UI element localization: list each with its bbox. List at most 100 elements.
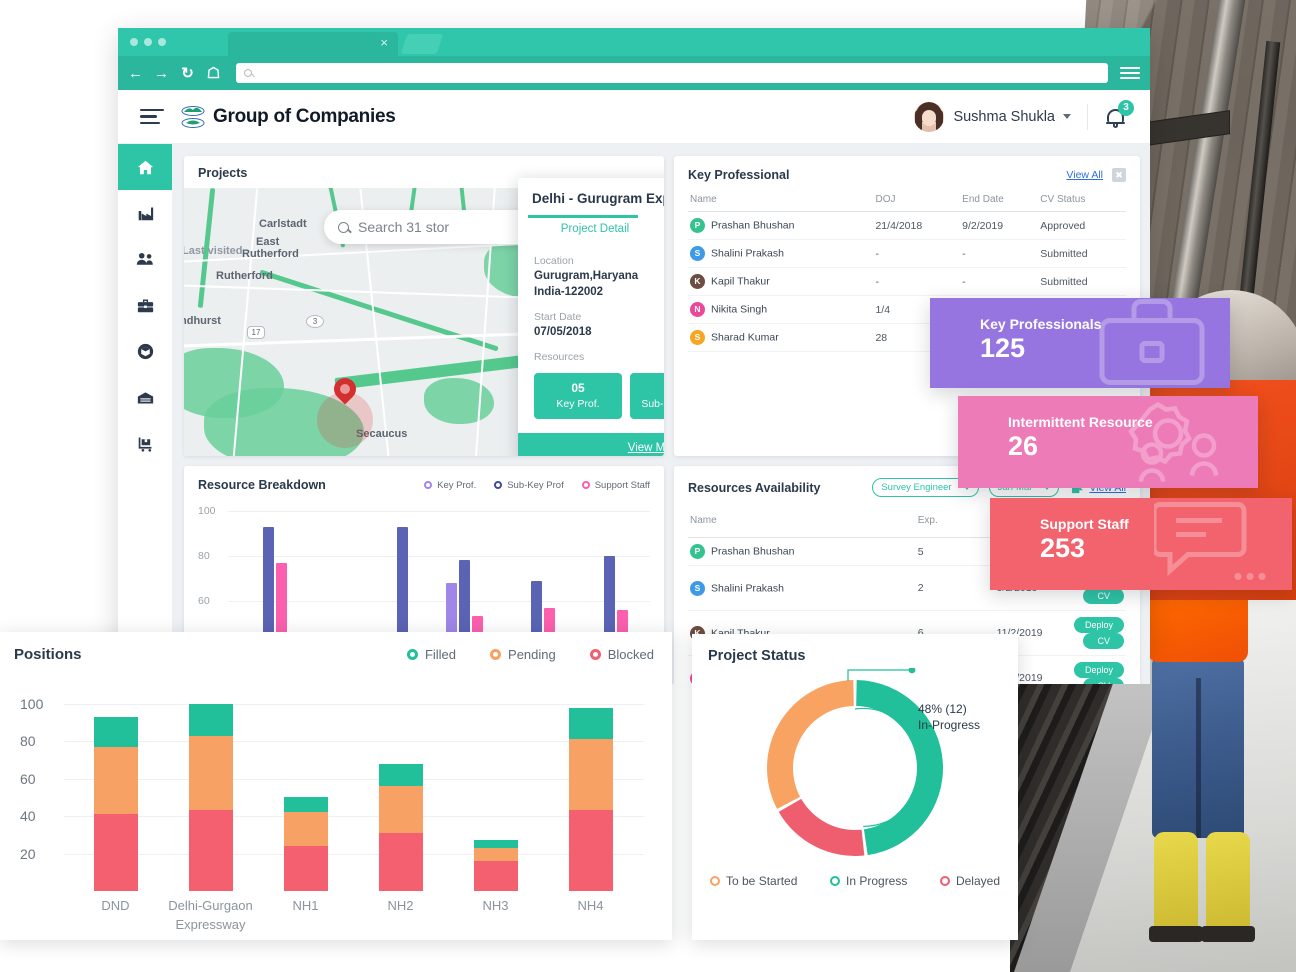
map-search-input[interactable]: Search 31 stor [324,210,544,244]
bar-segment [93,814,138,891]
sidebar-item-business[interactable] [118,282,172,328]
resource-sub-key-prof[interactable]: 10 Sub-Key Prof. [630,372,664,420]
legend-in-progress[interactable]: In Progress [830,874,907,888]
row-name: Prashan Bhushan [711,219,795,232]
location-value-1: Gurugram,Haryana [534,270,639,282]
deploy-button[interactable]: Deploy [1073,617,1124,633]
legend-dot [830,876,840,886]
bar-segment [568,739,613,811]
close-icon[interactable]: ✖ [1112,168,1126,182]
tab-close-icon[interactable]: × [380,36,388,50]
kpi-card-support-staff[interactable]: Support Staff 253 [990,498,1292,590]
user-name[interactable]: Sushma Shukla [953,109,1055,125]
back-arrow-icon[interactable]: ← [128,65,143,82]
chevron-down-icon[interactable] [1063,114,1071,119]
popup-title: Delhi - Gurugram Expressway [532,191,664,206]
donut-slice[interactable] [767,680,854,809]
new-tab-button[interactable] [400,34,444,54]
tab-project-detail[interactable]: Project Detail [518,215,664,243]
popup-header: Delhi - Gurugram Expressway ✖ [518,178,664,215]
start-date-label: Start Date [534,311,582,324]
map-label-east: East [256,236,280,248]
forward-arrow-icon[interactable]: → [154,65,169,82]
legend-delayed[interactable]: Delayed [939,874,1000,888]
legend-sub-key-prof[interactable]: Sub-Key Prof [494,480,564,491]
stacked-bar[interactable] [473,685,518,891]
row-name: Shalini Prakash [711,247,784,260]
table-row[interactable]: S Shalini Prakash - - Submitted [688,239,1126,268]
bar-segment [568,707,613,740]
bar-segment [283,812,328,847]
stacked-bar[interactable] [568,685,613,891]
stacked-bar[interactable] [283,685,328,891]
brand: Group of Companies [180,104,396,130]
window-minimize-dot[interactable] [144,38,152,46]
cell-end-date: - [960,239,1039,268]
x-tick-label: NH3 [482,898,509,913]
browser-menu-icon[interactable] [1120,64,1140,82]
legend-dot [939,876,950,886]
notification-bell-icon[interactable]: 3 [1104,99,1134,130]
cell-name: S Shalini Prakash [688,565,916,611]
kpi-card-intermittent-resource[interactable]: Intermittent Resource 26 [958,396,1258,488]
home-icon[interactable]: ☖ [206,64,221,82]
col-name: Name [688,505,916,538]
col-doj: DOJ [873,190,961,212]
cv-button[interactable]: CV [1083,678,1124,684]
donut-slice[interactable] [778,798,865,856]
location-label: Location [534,255,574,267]
field-location: Location Gurugram,Haryana India-122002 [534,255,664,300]
factory-icon [138,207,153,220]
home-icon [137,160,153,174]
resource-key-prof[interactable]: 05 Key Prof. [534,372,622,420]
table-row[interactable]: P Prashan Bhushan 21/4/2018 9/2/2019 Approve… [688,211,1126,240]
stacked-bar[interactable] [378,685,423,891]
cell-exp: 5 [915,537,995,566]
row-name: Kapil Thakur [711,275,770,288]
reload-icon[interactable]: ↻ [180,64,195,82]
page-title: Group of Companies [213,105,396,127]
stacked-bar[interactable] [188,685,233,891]
kp-view-all-link[interactable]: View All [1066,169,1103,181]
sidebar-item-projects[interactable] [118,190,172,236]
window-maximize-dot[interactable] [158,38,166,46]
sidebar-item-warehouse[interactable] [118,374,172,420]
cv-button[interactable]: CV [1083,633,1124,649]
legend-blocked[interactable]: Blocked [589,647,654,662]
cell-name: P Prashan Bhushan [688,211,874,240]
legend-to-be-started[interactable]: To be Started [710,874,797,888]
cell-doj: - [873,267,961,296]
map-pin-selected[interactable] [329,373,361,408]
window-close-dot[interactable] [130,38,138,46]
sidebar-item-resources[interactable] [118,236,172,282]
popup-fields: Location Gurugram,Haryana India-122002 C… [518,243,664,347]
map-search-placeholder: Search 31 stor [358,219,450,235]
sidebar-item-inventory[interactable] [118,328,172,374]
sidebar-item-home[interactable] [118,144,172,190]
stacked-bar[interactable] [93,685,138,891]
avatar[interactable] [914,101,945,132]
view-more-details-link[interactable]: View More Details [518,433,664,456]
kpi-card-key-professionals[interactable]: Key Professionals 125 [930,298,1230,388]
legend-key-prof[interactable]: Key Prof. [424,480,476,491]
table-row[interactable]: K Kapil Thakur - - Submitted [688,267,1126,296]
sidebar-item-logistics[interactable] [118,420,172,466]
avatar: S [690,580,705,596]
cell-actions: Deploy CV [1045,655,1126,684]
sub-key-prof-count: 10 [630,380,664,397]
col-exp: Exp. [915,505,995,538]
legend-filled[interactable]: Filled [406,647,456,662]
cv-button[interactable]: CV [1083,588,1124,604]
deploy-button[interactable]: Deploy [1073,662,1124,678]
row-name: Sharad Kumar [711,331,779,344]
browser-tab[interactable]: × [228,32,398,56]
url-input[interactable] [236,63,1108,83]
x-tick-label: NH1 [292,898,319,913]
browser-toolbar: ← → ↻ ☖ [118,56,1150,90]
kpi-value: 26 [1008,431,1039,461]
legend-pending[interactable]: Pending [490,647,556,662]
legend-support-staff[interactable]: Support Staff [581,480,650,491]
bar-segment [283,846,328,891]
annotation-leader-line [847,669,912,681]
nav-menu-icon[interactable] [140,105,164,129]
